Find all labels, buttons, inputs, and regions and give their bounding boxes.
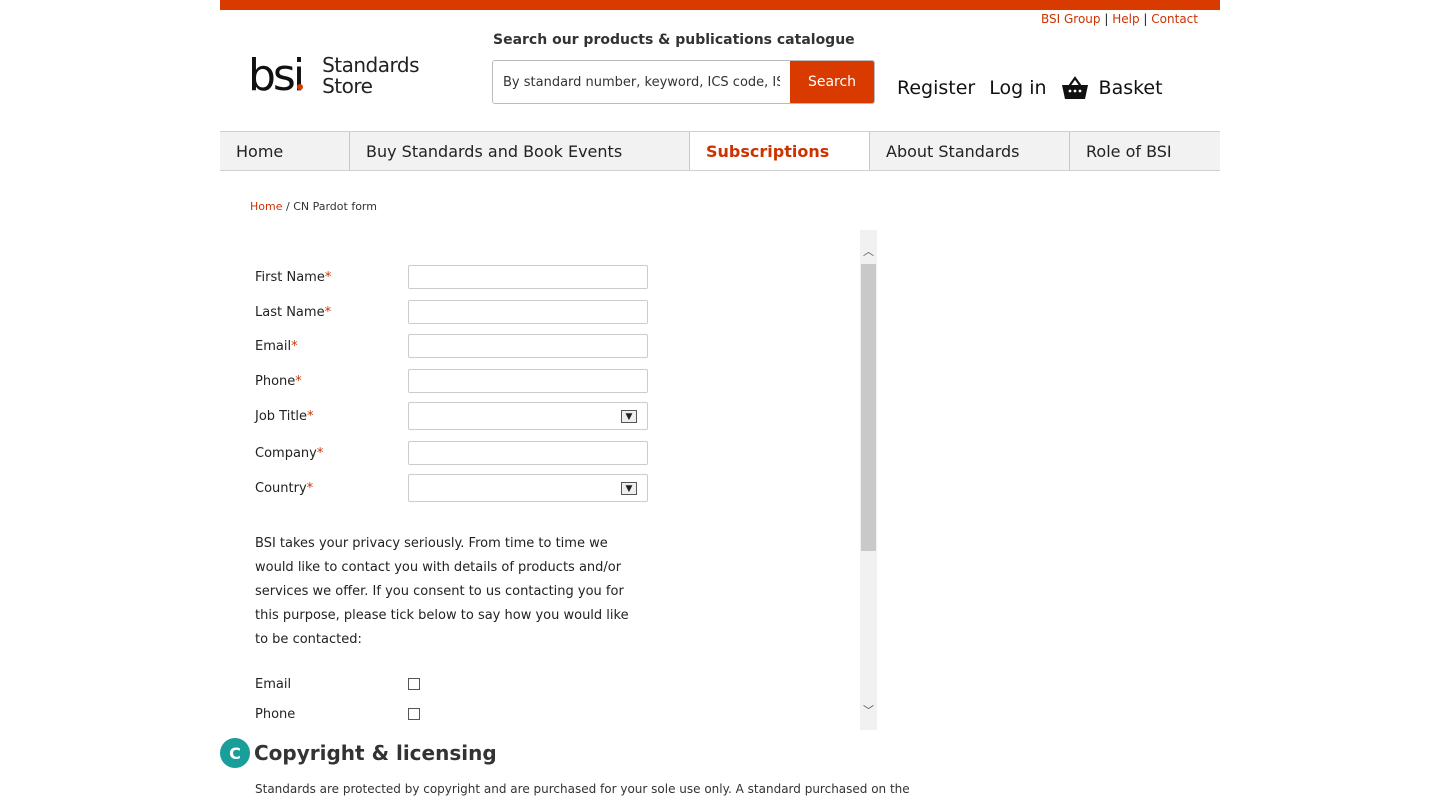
logo-store-text: Standards Store xyxy=(322,55,419,97)
last-name-label: Last Name* xyxy=(255,304,332,320)
search-label: Search our products & publications catal… xyxy=(493,32,855,48)
nav-item-role-of-bsi[interactable]: Role of BSI xyxy=(1070,132,1220,170)
form-row-country: Country* ▼ xyxy=(255,474,655,502)
last-name-field[interactable] xyxy=(408,300,648,324)
copyright-heading: C Copyright & licensing xyxy=(220,738,497,768)
logo-dot xyxy=(297,84,304,90)
pardot-form-frame[interactable]: First Name* Last Name* Email* Phone* Job… xyxy=(250,230,877,730)
form-row-last-name: Last Name* xyxy=(255,299,655,325)
email-label: Email* xyxy=(255,338,298,354)
nav-item-subscriptions[interactable]: Subscriptions xyxy=(690,132,870,170)
form-row-first-name: First Name* xyxy=(255,264,655,290)
scrollbar-thumb[interactable] xyxy=(861,264,876,551)
contact-phone-label: Phone xyxy=(255,706,296,722)
form-row-phone: Phone* xyxy=(255,368,655,394)
phone-label: Phone* xyxy=(255,373,302,389)
form-row-company: Company* xyxy=(255,440,655,466)
logo-line-store: Store xyxy=(322,74,373,98)
scroll-down-icon[interactable]: ﹀ xyxy=(860,701,877,718)
separator: | xyxy=(1143,12,1148,26)
company-label: Company* xyxy=(255,445,324,461)
contact-email-checkbox[interactable] xyxy=(408,678,420,690)
account-links: Register Log in Basket xyxy=(897,76,1163,100)
search-box: Search xyxy=(492,60,875,104)
nav-item-buy-standards[interactable]: Buy Standards and Book Events xyxy=(350,132,690,170)
first-name-label: First Name* xyxy=(255,269,332,285)
search-input[interactable] xyxy=(493,61,790,103)
form-row-email: Email* xyxy=(255,333,655,359)
country-select[interactable]: ▼ xyxy=(408,474,648,502)
nav-item-about-standards[interactable]: About Standards xyxy=(870,132,1070,170)
privacy-statement: BSI takes your privacy seriously. From t… xyxy=(255,536,629,647)
first-name-field[interactable] xyxy=(408,265,648,289)
form-row-job-title: Job Title* ▼ xyxy=(255,402,655,430)
email-field[interactable] xyxy=(408,334,648,358)
nav-item-home[interactable]: Home xyxy=(220,132,350,170)
copyright-title: Copyright & licensing xyxy=(254,741,497,765)
basket-label: Basket xyxy=(1098,77,1163,99)
bsi-standards-store-logo[interactable]: bsi Standards Store xyxy=(248,54,419,98)
scroll-up-icon[interactable]: ︿ xyxy=(860,242,877,259)
utility-links: BSI Group | Help | Contact xyxy=(1041,12,1198,26)
bsi-group-link[interactable]: BSI Group xyxy=(1041,12,1101,26)
register-link[interactable]: Register xyxy=(897,77,975,99)
search-button[interactable]: Search xyxy=(790,61,874,103)
breadcrumb: Home / CN Pardot form xyxy=(250,200,377,213)
logo-line-standards: Standards xyxy=(322,53,419,77)
basket-icon xyxy=(1061,76,1088,99)
chevron-down-icon: ▼ xyxy=(621,482,637,495)
copyright-badge-icon: C xyxy=(220,738,250,768)
help-link[interactable]: Help xyxy=(1112,12,1139,26)
basket-link[interactable]: Basket xyxy=(1061,76,1163,100)
breadcrumb-current: CN Pardot form xyxy=(293,200,377,213)
job-title-label: Job Title* xyxy=(255,408,314,424)
contact-email-label: Email xyxy=(255,676,292,692)
login-link[interactable]: Log in xyxy=(989,77,1046,99)
separator: | xyxy=(1104,12,1109,26)
contact-phone-checkbox[interactable] xyxy=(408,708,420,720)
contact-option-email: Email xyxy=(255,674,655,694)
phone-field[interactable] xyxy=(408,369,648,393)
chevron-down-icon: ▼ xyxy=(621,410,637,423)
job-title-select[interactable]: ▼ xyxy=(408,402,648,430)
brand-top-bar xyxy=(220,0,1220,10)
company-field[interactable] xyxy=(408,441,648,465)
breadcrumb-home-link[interactable]: Home xyxy=(250,200,282,213)
country-label: Country* xyxy=(255,480,314,496)
breadcrumb-separator: / xyxy=(282,200,294,213)
bsi-logo-mark: bsi xyxy=(248,54,305,98)
copyright-text: Standards are protected by copyright and… xyxy=(255,782,910,796)
contact-option-phone: Phone xyxy=(255,704,655,724)
contact-link[interactable]: Contact xyxy=(1151,12,1198,26)
main-navigation: Home Buy Standards and Book Events Subsc… xyxy=(220,131,1220,171)
form-scrollbar[interactable]: ︿ ﹀ xyxy=(860,230,877,730)
logo-mark-text: bsi xyxy=(248,50,305,101)
